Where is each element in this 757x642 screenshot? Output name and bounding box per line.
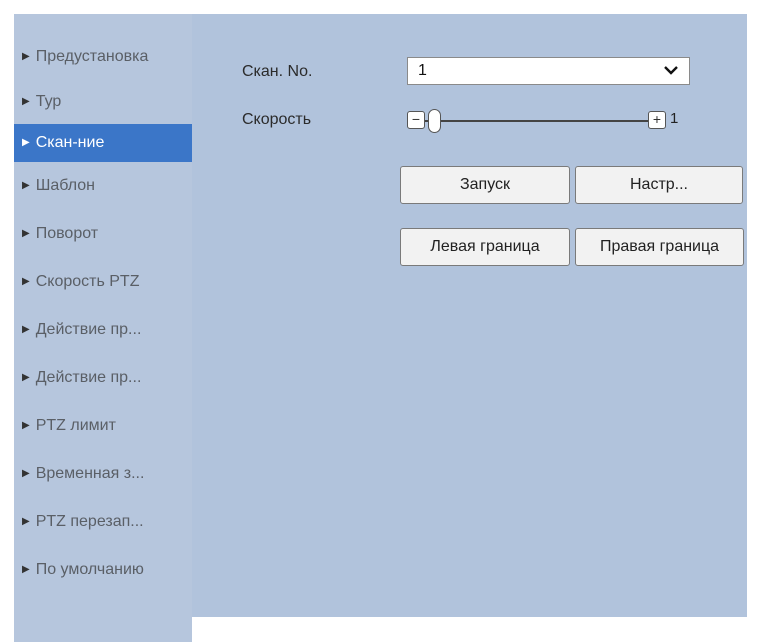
left-limit-button[interactable]: Левая граница: [400, 228, 570, 266]
sidebar-item-label: Предустановка: [35, 48, 149, 65]
speed-decrease-button[interactable]: −: [407, 111, 425, 129]
caret-right-icon: ▶: [22, 276, 30, 287]
caret-right-icon: ▶: [22, 96, 30, 107]
speed-slider-thumb[interactable]: [428, 109, 441, 133]
sidebar-item-default[interactable]: ▶ По умолчанию: [14, 546, 192, 594]
right-limit-button[interactable]: Правая граница: [575, 228, 744, 266]
sidebar-item-idle-action[interactable]: ▶ Действие пр...: [14, 306, 192, 354]
sidebar-item-tour[interactable]: ▶ Тур: [14, 81, 192, 123]
sidebar-item-label: Действие пр...: [35, 321, 142, 338]
sidebar-item-preset[interactable]: ▶ Предустановка: [14, 36, 192, 78]
sidebar-item-label: PTZ перезап...: [35, 513, 144, 530]
speed-slider-track[interactable]: [412, 120, 656, 122]
caret-right-icon: ▶: [22, 564, 30, 575]
speed-increase-button[interactable]: +: [648, 111, 666, 129]
sidebar-item-scan[interactable]: ▶ Скан-ние: [14, 124, 192, 162]
sidebar-item-time-task[interactable]: ▶ Временная з...: [14, 450, 192, 498]
sidebar-item-label: Тур: [35, 93, 62, 110]
speed-label: Скорость: [242, 111, 312, 128]
start-button[interactable]: Запуск: [400, 166, 570, 204]
sidebar-item-label: Поворот: [35, 225, 99, 242]
sidebar-item-pattern[interactable]: ▶ Шаблон: [14, 162, 192, 210]
caret-right-icon: ▶: [22, 372, 30, 383]
caret-right-icon: ▶: [22, 180, 30, 191]
sidebar-item-label: Действие пр...: [35, 369, 142, 386]
speed-value: 1: [670, 110, 679, 127]
setup-button[interactable]: Настр...: [575, 166, 743, 204]
sidebar-item-ptz-limit[interactable]: ▶ PTZ лимит: [14, 402, 192, 450]
caret-right-icon: ▶: [22, 420, 30, 431]
chevron-down-icon: [663, 58, 679, 93]
caret-right-icon: ▶: [22, 51, 30, 62]
sidebar-item-label: Шаблон: [35, 177, 95, 194]
sidebar-item-ptz-restart[interactable]: ▶ PTZ перезап...: [14, 498, 192, 546]
sidebar-item-label: По умолчанию: [35, 561, 144, 578]
sidebar-item-label: Скан-ние: [35, 134, 105, 151]
caret-right-icon: ▶: [22, 137, 30, 148]
sidebar-item-pan[interactable]: ▶ Поворот: [14, 210, 192, 258]
sidebar-item-ptz-speed[interactable]: ▶ Скорость PTZ: [14, 258, 192, 306]
scan-no-value: 1: [418, 62, 427, 79]
sidebar-item-power-up-action[interactable]: ▶ Действие пр...: [14, 354, 192, 402]
scan-no-select[interactable]: 1: [407, 57, 690, 85]
sidebar-item-label: Временная з...: [35, 465, 145, 482]
caret-right-icon: ▶: [22, 228, 30, 239]
caret-right-icon: ▶: [22, 516, 30, 527]
caret-right-icon: ▶: [22, 468, 30, 479]
caret-right-icon: ▶: [22, 324, 30, 335]
scan-no-label: Скан. No.: [242, 63, 313, 80]
sidebar-menu: ▶ Предустановка ▶ Тур ▶ Скан-ние ▶ Шаблон ▶ П…: [14, 14, 192, 642]
ptz-panel: ▶ Предустановка ▶ Тур ▶ Скан-ние ▶ Шаблон ▶ П…: [14, 14, 747, 642]
sidebar-item-label: PTZ лимит: [35, 417, 116, 434]
sidebar-item-label: Скорость PTZ: [35, 273, 140, 290]
